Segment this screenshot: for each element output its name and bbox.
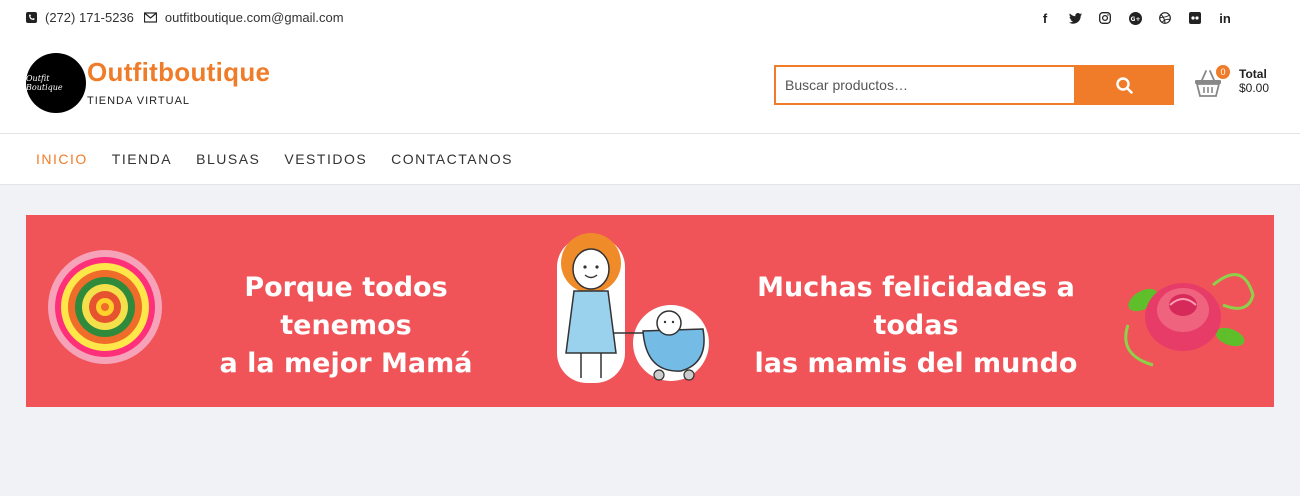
phone-icon	[26, 12, 37, 23]
banner-text-left: Porque todos tenemos a la mejor Mamá	[176, 269, 516, 383]
social-links: f G+ in	[1030, 9, 1240, 27]
dribbble-icon[interactable]	[1150, 9, 1180, 27]
cart-total[interactable]: Total $0.00	[1239, 67, 1269, 95]
nav-item-contactanos[interactable]: CONTACTANOS	[391, 151, 513, 167]
instagram-icon[interactable]	[1090, 9, 1120, 27]
search-icon	[1115, 76, 1133, 94]
facebook-icon[interactable]: f	[1030, 9, 1060, 27]
phone-contact: (272) 171-5236	[26, 10, 134, 25]
cart-count-badge: 0	[1216, 65, 1230, 79]
mother-baby-illustration	[557, 233, 709, 383]
nav-item-inicio[interactable]: INICIO	[36, 151, 88, 167]
nav-item-vestidos[interactable]: VESTIDOS	[284, 151, 367, 167]
top-bar: (272) 171-5236 outfitboutique.com@gmail.…	[0, 0, 1300, 36]
phone-number[interactable]: (272) 171-5236	[45, 10, 134, 25]
site-title[interactable]: Outfitboutique	[87, 57, 270, 88]
site-tagline: TIENDA VIRTUAL	[87, 95, 191, 107]
flower-icon	[48, 250, 162, 364]
rose-icon	[1124, 273, 1255, 367]
contact-info: (272) 171-5236 outfitboutique.com@gmail.…	[26, 10, 354, 25]
email-contact: outfitboutique.com@gmail.com	[143, 10, 344, 25]
linkedin-icon[interactable]: in	[1210, 9, 1240, 27]
banner-right-line1: Muchas felicidades a todas	[757, 272, 1075, 341]
svg-text:G+: G+	[1130, 16, 1140, 23]
twitter-icon[interactable]	[1060, 9, 1090, 27]
banner-left-line1: Porque todos tenemos	[244, 272, 448, 341]
logo-text: Outfit Boutique	[26, 74, 63, 92]
main-navigation: INICIO TIENDA BLUSAS VESTIDOS CONTACTANO…	[0, 133, 1300, 185]
banner-left-line2: a la mejor Mamá	[219, 348, 473, 379]
search-input[interactable]	[774, 65, 1074, 105]
site-header: Outfit Boutique Outfitboutique TIENDA VI…	[0, 36, 1300, 133]
google-plus-icon[interactable]: G+	[1120, 9, 1150, 27]
mothers-day-banner[interactable]: Porque todos tenemos a la mejor Mamá Muc…	[26, 215, 1274, 407]
banner-right-line2: las mamis del mundo	[754, 348, 1078, 379]
cart-total-value: $0.00	[1239, 81, 1270, 95]
banner-text-right: Muchas felicidades a todas las mamis del…	[721, 269, 1111, 383]
email-address[interactable]: outfitboutique.com@gmail.com	[165, 10, 344, 25]
nav-item-blusas[interactable]: BLUSAS	[196, 151, 260, 167]
nav-item-tienda[interactable]: TIENDA	[112, 151, 172, 167]
cart-total-label: Total	[1239, 67, 1267, 81]
flickr-icon[interactable]	[1180, 9, 1210, 27]
logo[interactable]: Outfit Boutique	[26, 53, 86, 113]
envelope-icon	[143, 12, 157, 23]
product-search-form	[774, 65, 1174, 105]
search-button[interactable]	[1074, 65, 1174, 105]
